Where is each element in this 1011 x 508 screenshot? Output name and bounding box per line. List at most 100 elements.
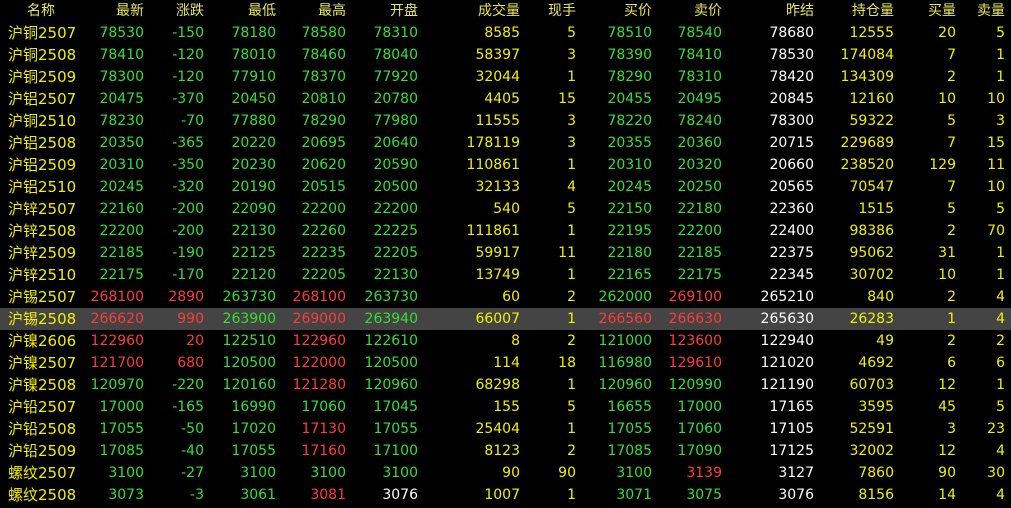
- table-row[interactable]: 沪铝2510 20245 -320 20190 20515 20500 32133 4 2024…: [0, 176, 1011, 198]
- table-cell: 2: [947, 333, 956, 349]
- table-row[interactable]: 沪铝2508 20350 -365 20220 20695 20640 178119 3 203…: [0, 132, 1011, 154]
- table-cell: 121280: [292, 377, 346, 393]
- table-cell: 22235: [301, 245, 346, 261]
- table-cell: 20310: [607, 157, 652, 173]
- table-cell: 20475: [99, 91, 144, 107]
- table-cell: 20360: [677, 135, 722, 151]
- contract-name: 沪镍2606: [8, 332, 77, 350]
- table-cell: 120990: [668, 377, 722, 393]
- table-cell: 1: [567, 157, 576, 173]
- table-cell: 266630: [658, 308, 728, 330]
- table-cell: 5: [996, 201, 1005, 217]
- table-cell: 70: [987, 223, 1005, 239]
- table-cell: 17130: [301, 421, 346, 437]
- table-cell: -200: [172, 201, 204, 217]
- table-row[interactable]: 沪锌2508 22200 -200 22130 22260 22225 111861 1 221…: [0, 220, 1011, 242]
- column-header[interactable]: 持仓量: [820, 0, 900, 22]
- table-cell: 1: [996, 377, 1005, 393]
- table-cell: 17055: [607, 421, 652, 437]
- table-cell: 7860: [858, 465, 894, 481]
- column-header[interactable]: 最新: [82, 0, 150, 22]
- table-cell: 1: [567, 377, 576, 393]
- table-cell: -70: [181, 113, 204, 129]
- table-row[interactable]: 沪铅2509 17085 -40 17055 17160 17100 8123 2 17085 1…: [0, 440, 1011, 462]
- table-cell: 17045: [373, 399, 418, 415]
- table-row[interactable]: 沪锌2510 22175 -170 22120 22205 22130 13749 1 2216…: [0, 264, 1011, 286]
- table-cell: 22200: [301, 201, 346, 217]
- table-cell: 18: [558, 355, 576, 371]
- column-header[interactable]: 最低: [210, 0, 282, 22]
- table-row[interactable]: 沪锡2508 266620 990 263900 269000 263940 66007 1 2…: [0, 308, 1011, 330]
- table-cell: 10: [938, 91, 956, 107]
- table-cell: 20695: [301, 135, 346, 151]
- table-cell: 10: [938, 267, 956, 283]
- contract-name: 沪锌2508: [8, 222, 77, 240]
- table-cell: 20: [186, 333, 204, 349]
- table-cell: 12: [938, 377, 956, 393]
- column-header[interactable]: 昨结: [728, 0, 820, 22]
- table-cell: 2: [567, 289, 576, 305]
- table-cell: 22175: [99, 267, 144, 283]
- table-cell: 20565: [769, 179, 814, 195]
- contract-name: 沪锌2510: [8, 266, 77, 284]
- table-cell: 5: [567, 201, 576, 217]
- table-cell: 540: [493, 201, 520, 217]
- column-header[interactable]: 卖量: [962, 0, 1011, 22]
- table-cell: 78390: [607, 47, 652, 63]
- column-header[interactable]: 买量: [900, 0, 962, 22]
- table-cell: -370: [172, 91, 204, 107]
- table-cell: 1007: [484, 487, 520, 503]
- table-cell: 5: [947, 113, 956, 129]
- column-header[interactable]: 涨跌: [150, 0, 210, 22]
- table-cell: 122960: [90, 333, 144, 349]
- table-cell: 78290: [301, 113, 346, 129]
- table-cell: 1: [567, 421, 576, 437]
- table-cell: 8585: [484, 25, 520, 41]
- table-row[interactable]: 螺纹2507 3100 -27 3100 3100 3100 90 90 3100 3139 312…: [0, 462, 1011, 484]
- table-row[interactable]: 沪镍2508 120970 -220 120160 121280 120960 68298 1…: [0, 374, 1011, 396]
- table-cell: 15: [558, 91, 576, 107]
- table-cell: 78230: [99, 113, 144, 129]
- futures-quote-table: 名称 最新 涨跌 最低 最高 开盘 成交量 现手 买价 卖价 昨结 持仓量 买量 卖量 沪铜2507 785…: [0, 0, 1011, 506]
- table-cell: 45: [938, 399, 956, 415]
- column-header[interactable]: 开盘: [352, 0, 424, 22]
- column-header[interactable]: 最高: [282, 0, 352, 22]
- table-cell: 680: [177, 355, 204, 371]
- table-cell: 59322: [849, 113, 894, 129]
- table-row[interactable]: 沪铜2508 78410 -120 78010 78460 78040 58397 3 7839…: [0, 44, 1011, 66]
- table-row[interactable]: 沪铝2509 20310 -350 20230 20620 20590 110861 1 203…: [0, 154, 1011, 176]
- table-cell: 58397: [475, 47, 520, 63]
- table-row[interactable]: 沪镍2507 121700 680 120500 122000 120500 114 18 11…: [0, 352, 1011, 374]
- table-cell: 269000: [282, 308, 352, 330]
- table-row[interactable]: 沪铅2507 17000 -165 16990 17060 17045 155 5 16655 1…: [0, 396, 1011, 418]
- table-cell: 20500: [373, 179, 418, 195]
- table-cell: 265210: [760, 289, 814, 305]
- table-row[interactable]: 螺纹2508 3073 -3 3061 3081 3076 1007 1 3071 3075 307…: [0, 484, 1011, 506]
- table-cell: 98386: [849, 223, 894, 239]
- table-row[interactable]: 沪铜2507 78530 -150 78180 78580 78310 8585 5 78510…: [0, 22, 1011, 44]
- table-row[interactable]: 沪锌2507 22160 -200 22090 22200 22200 540 5 22150 2…: [0, 198, 1011, 220]
- table-cell: 20515: [301, 179, 346, 195]
- table-cell: 20780: [373, 91, 418, 107]
- table-cell: -50: [181, 421, 204, 437]
- table-row[interactable]: 沪铜2510 78230 -70 77880 78290 77980 11555 3 78220…: [0, 110, 1011, 132]
- table-row[interactable]: 沪锡2507 268100 2890 263730 268100 263730 60 2 262…: [0, 286, 1011, 308]
- table-cell: 22345: [769, 267, 814, 283]
- table-cell: 77980: [373, 113, 418, 129]
- table-row[interactable]: 沪铜2509 78300 -120 77910 78370 77920 32044 1 7829…: [0, 66, 1011, 88]
- column-header[interactable]: 卖价: [658, 0, 728, 22]
- table-row[interactable]: 沪锌2509 22185 -190 22125 22235 22205 59917 11 221…: [0, 242, 1011, 264]
- table-row[interactable]: 沪铝2507 20475 -370 20450 20810 20780 4405 15 2045…: [0, 88, 1011, 110]
- column-header[interactable]: 买价: [582, 0, 658, 22]
- table-cell: 12: [938, 443, 956, 459]
- column-header[interactable]: 成交量: [424, 0, 526, 22]
- table-row[interactable]: 沪镍2606 122960 20 122510 122960 122610 8 2 121000…: [0, 330, 1011, 352]
- table-cell: 120160: [222, 377, 276, 393]
- table-cell: 120500: [222, 355, 276, 371]
- column-header[interactable]: 现手: [526, 0, 582, 22]
- table-cell: 116980: [598, 355, 652, 371]
- table-row[interactable]: 沪铅2508 17055 -50 17020 17130 17055 25404 1 17055…: [0, 418, 1011, 440]
- table-body: 沪铜2507 78530 -150 78180 78580 78310 8585 5 78510…: [0, 22, 1011, 506]
- table-cell: 20495: [677, 91, 722, 107]
- column-header[interactable]: 名称: [0, 0, 82, 22]
